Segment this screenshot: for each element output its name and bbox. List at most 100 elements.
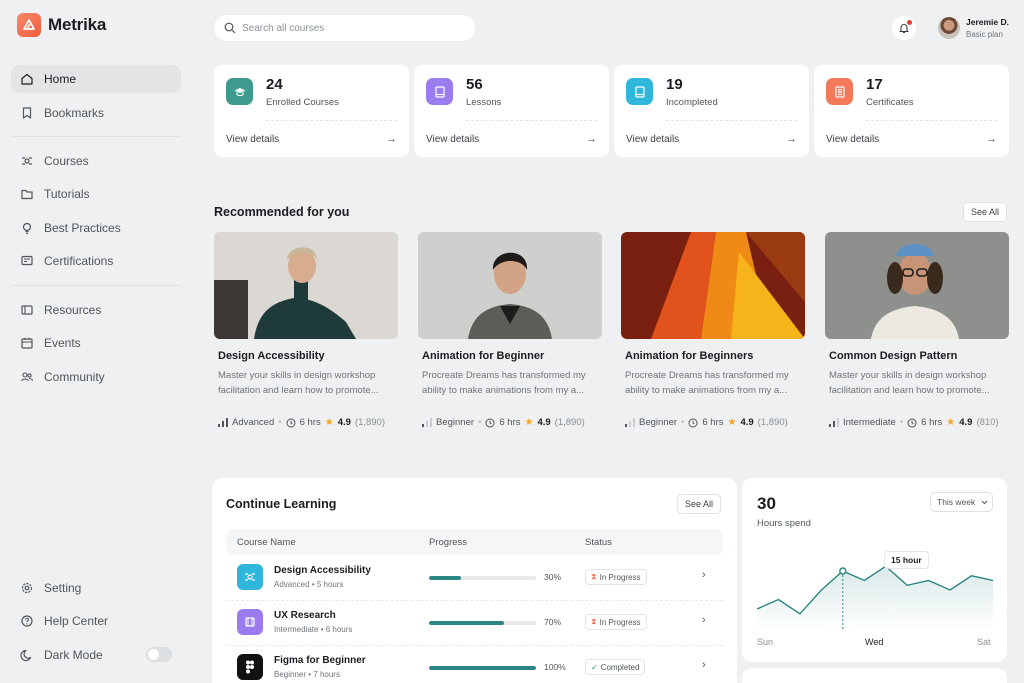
gear-icon — [21, 582, 33, 594]
level-icon — [422, 418, 432, 427]
sidebar-item-label: Setting — [44, 581, 82, 595]
chevron-right-icon[interactable]: › — [702, 569, 706, 581]
sidebar-item-certifications[interactable]: Certifications — [11, 247, 181, 275]
column-header: Course Name — [237, 537, 296, 548]
sidebar-item-bookmarks[interactable]: Bookmarks — [11, 99, 181, 127]
arrow-right-icon[interactable]: → — [586, 133, 597, 145]
view-details-link[interactable]: View details — [426, 134, 479, 145]
sidebar-item-courses[interactable]: Courses — [11, 147, 181, 175]
progress-bar — [429, 621, 536, 625]
x-axis-label: Sun — [757, 637, 774, 647]
sidebar-item-tutorials[interactable]: Tutorials — [11, 180, 181, 208]
search-placeholder: Search all courses — [242, 22, 325, 34]
sidebar-item-label: Certifications — [44, 254, 114, 268]
row-course-meta: Intermediate • 6 hours — [274, 625, 353, 634]
sidebar-item-events[interactable]: Events — [11, 329, 181, 357]
search-icon — [224, 22, 236, 34]
sidebar-item-label: Courses — [44, 154, 89, 168]
arrow-right-icon[interactable]: → — [786, 133, 797, 145]
course-card[interactable]: Design Accessibility Master your skills … — [214, 232, 398, 428]
next-panel — [742, 668, 1007, 683]
chart-point[interactable] — [839, 567, 847, 575]
notification-dot — [907, 20, 912, 25]
stat-label: Incompleted — [666, 97, 718, 108]
star-icon: ★ — [324, 417, 334, 428]
sidebar-item-setting[interactable]: Setting — [11, 574, 181, 602]
view-details-link[interactable]: View details — [226, 134, 279, 145]
stat-card-certificates: 17 Certificates View details → — [814, 65, 1009, 157]
sidebar-item-best-practices[interactable]: Best Practices — [11, 214, 181, 242]
view-details-link[interactable]: View details — [626, 134, 679, 145]
hours-line-chart — [757, 565, 993, 630]
app-name: Metrika — [48, 15, 107, 34]
sidebar-item-resources[interactable]: Resources — [11, 296, 181, 324]
level-icon — [625, 418, 635, 427]
course-meta: Intermediate • 6 hrs ★ 4.9 (810) — [829, 417, 999, 428]
table-row[interactable]: UX Research Intermediate • 6 hours 70% ⧗… — [226, 601, 723, 646]
course-icon — [237, 609, 263, 635]
sidebar-item-label: Events — [44, 336, 81, 350]
see-all-button[interactable]: See All — [963, 202, 1008, 222]
chart-area — [757, 566, 993, 630]
period-select[interactable]: This week — [930, 492, 993, 512]
level-icon — [829, 418, 839, 427]
course-rating: 4.9 — [537, 417, 551, 428]
row-course-name: Figma for Beginner — [274, 655, 366, 666]
stat-card-incompleted: 19 Incompleted View details → — [614, 65, 809, 157]
table-header: Course Name Progress Status — [226, 529, 723, 555]
sidebar-item-home[interactable]: Home — [11, 65, 181, 93]
course-meta: Advanced • 6 hrs ★ 4.9 (1,890) — [218, 417, 385, 428]
sidebar-item-label: Bookmarks — [44, 106, 105, 120]
sidebar-item-label: Tutorials — [44, 187, 90, 201]
figma-icon — [237, 654, 263, 680]
star-icon: ★ — [727, 417, 737, 428]
course-title: Animation for Beginners — [625, 350, 754, 362]
chevron-right-icon[interactable]: › — [702, 659, 706, 671]
stat-label: Certificates — [866, 97, 914, 108]
certificate-icon — [21, 255, 33, 266]
sidebar-item-help-center[interactable]: Help Center — [11, 607, 181, 635]
course-level: Beginner — [436, 417, 475, 428]
chart-tooltip: 15 hour — [884, 551, 929, 569]
level-icon — [218, 418, 228, 427]
divider — [266, 120, 397, 121]
sidebar-item-community[interactable]: Community — [11, 363, 181, 391]
row-course-meta: Beginner • 7 hours — [274, 670, 340, 679]
status-badge: ✓ Completed — [585, 659, 646, 675]
table-row[interactable]: Figma for Beginner Beginner • 7 hours 10… — [226, 646, 723, 683]
chevron-right-icon[interactable]: › — [702, 614, 706, 626]
sidebar: Metrika Home Bookmarks Courses Tutorials… — [0, 0, 196, 683]
book-icon — [626, 78, 653, 105]
section-title-continue: Continue Learning — [226, 497, 337, 511]
folder-icon — [21, 189, 33, 200]
course-card[interactable]: Animation for Beginners Procreate Dreams… — [621, 232, 805, 428]
row-course-meta: Advanced • 5 hours — [274, 580, 344, 589]
column-header: Progress — [429, 537, 468, 548]
stat-card-lessons: 56 Lessons View details → — [414, 65, 609, 157]
clock-icon — [907, 418, 917, 427]
arrow-right-icon[interactable]: → — [386, 133, 397, 145]
avatar[interactable] — [938, 17, 960, 39]
book-icon — [426, 78, 453, 105]
course-card[interactable]: Common Design Pattern Master your skills… — [825, 232, 1009, 428]
notification-button[interactable] — [892, 16, 916, 40]
course-duration: 6 hrs — [921, 417, 943, 428]
user-name: Jeremie D. — [966, 17, 1009, 27]
course-level: Beginner — [639, 417, 678, 428]
sidebar-item-label: Help Center — [44, 614, 109, 628]
lightbulb-icon — [22, 222, 32, 234]
view-details-link[interactable]: View details — [826, 134, 879, 145]
course-description: Procreate Dreams has transformed my abil… — [422, 370, 586, 396]
arrow-right-icon[interactable]: → — [986, 133, 997, 145]
course-rating: 4.9 — [959, 417, 973, 428]
x-axis-label: Wed — [865, 637, 884, 647]
course-card[interactable]: Animation for Beginner Procreate Dreams … — [418, 232, 602, 428]
search-input[interactable]: Search all courses — [214, 15, 475, 41]
dark-mode-toggle[interactable] — [146, 647, 172, 662]
app-logo[interactable]: Metrika — [17, 13, 106, 37]
sidebar-item-label: Home — [44, 72, 77, 86]
course-meta: Beginner • 6 hrs ★ 4.9 (1,890) — [625, 417, 788, 428]
course-duration: 6 hrs — [702, 417, 724, 428]
see-all-button[interactable]: See All — [677, 494, 722, 514]
table-row[interactable]: Design Accessibility Advanced • 5 hours … — [226, 556, 723, 601]
